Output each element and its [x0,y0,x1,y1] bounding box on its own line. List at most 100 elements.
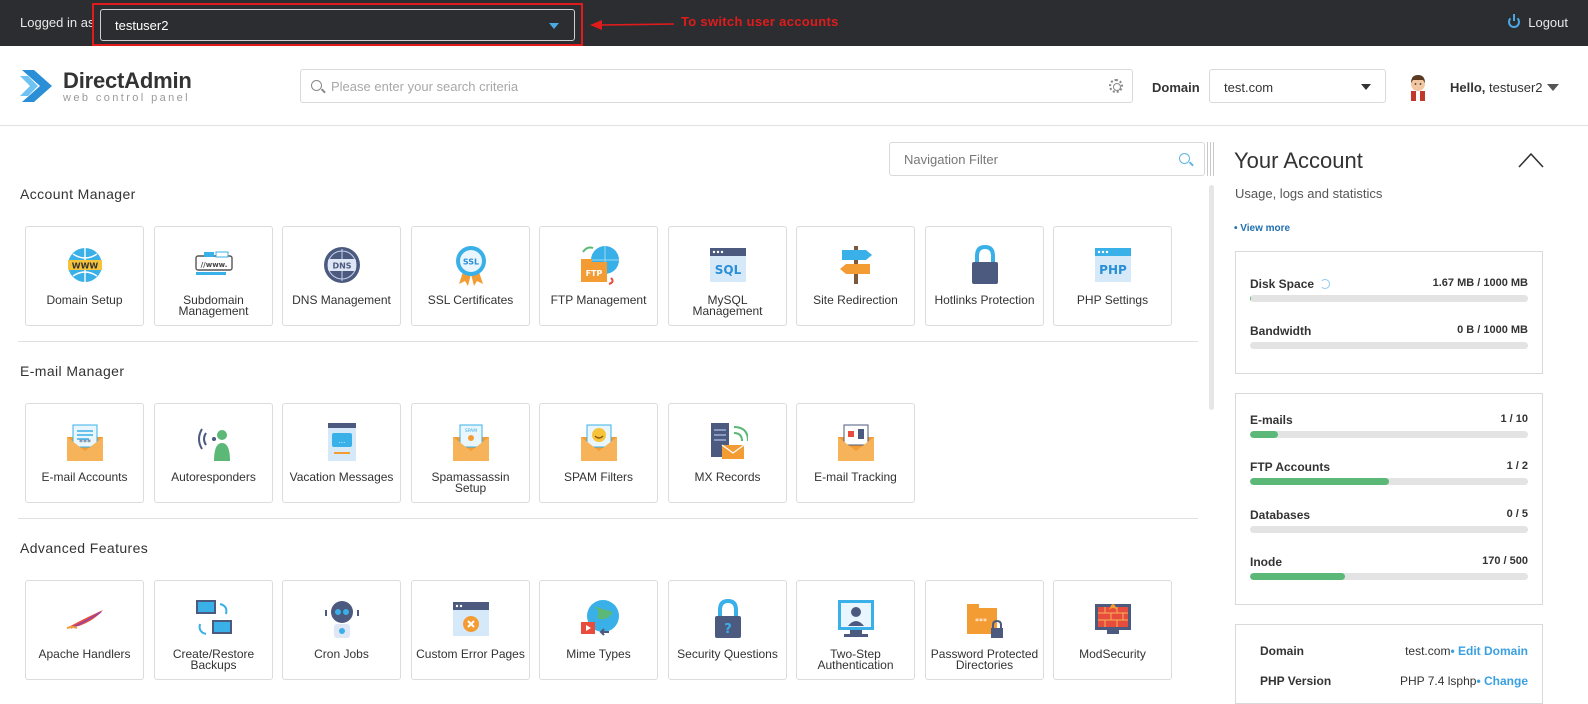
tile-mx-records[interactable]: MX Records [668,403,787,503]
tile-spamassassin-setup[interactable]: SPAM Spamassassin Setup [411,403,530,503]
tile-e-mail-accounts[interactable]: ***E-mail Accounts [25,403,144,503]
tile-label: ModSecurity [1058,649,1167,660]
domain-select[interactable]: test.com [1209,69,1386,103]
tile-ssl-certificates[interactable]: SSLSSL Certificates [411,226,530,326]
tile-label: MX Records [673,472,782,483]
tile-label: Cron Jobs [287,649,396,660]
tile-label: FTP Management [544,295,653,306]
info-key: PHP Version [1260,674,1331,688]
progress-bar [1250,295,1528,302]
info-value: test.com• Edit Domain [1405,644,1528,658]
tile-label: Password Protected Directories [930,649,1039,671]
scrollbar[interactable] [1209,185,1214,410]
tile-label: Domain Setup [30,295,139,306]
tile-security-questions[interactable]: ? Security Questions [668,580,787,680]
progress-bar [1250,431,1528,438]
navigation-filter-input[interactable] [904,143,1174,175]
tile-mime-types[interactable]: Mime Types [539,580,658,680]
tile-dns-management[interactable]: DNSDNS Management [282,226,401,326]
chevron-up-icon[interactable] [1518,152,1544,168]
usage-card: Disk Space1.67 MB / 1000 MBBandwidth0 B … [1235,251,1543,374]
domain-select-value: test.com [1224,80,1273,95]
tile-label: Site Redirection [801,295,910,306]
tile-autoresponders[interactable]: Autoresponders [154,403,273,503]
section-divider [18,341,1198,342]
svg-text:WWW: WWW [72,262,99,271]
hello-username: testuser2 [1489,80,1542,95]
resize-handle[interactable] [1207,142,1215,176]
info-link[interactable]: • Edit Domain [1450,644,1528,658]
tile-label: SPAM Filters [544,472,653,483]
sql-window-icon: SQL [708,244,748,286]
tile-e-mail-tracking[interactable]: E-mail Tracking [796,403,915,503]
subdomain-icon: //www. [194,244,234,286]
your-account-subtitle: Usage, logs and statistics [1235,186,1382,201]
tile-subdomain-management[interactable]: //www.Subdomain Management [154,226,273,326]
apache-feather-icon [65,598,105,640]
user-greeting[interactable]: Hello, testuser2 [1450,80,1543,95]
annotation-arrow-icon [590,20,674,30]
tile-password-protected-directories[interactable]: *** Password Protected Directories [925,580,1044,680]
svg-text:***: *** [975,617,987,626]
tile-cron-jobs[interactable]: Cron Jobs [282,580,401,680]
chevron-down-icon [549,23,559,29]
directadmin-logo-icon[interactable] [20,66,56,106]
section-title: Account Manager [20,186,136,202]
info-link[interactable]: • Change [1476,674,1528,688]
tile-site-redirection[interactable]: Site Redirection [796,226,915,326]
progress-fill [1250,431,1278,438]
svg-text:...: ... [339,437,346,445]
section-divider [18,518,1198,519]
tile-vacation-messages[interactable]: ...Vacation Messages [282,403,401,503]
chevron-down-icon[interactable] [1547,84,1559,91]
tile-label: E-mail Tracking [801,472,910,483]
logout-button[interactable]: Logout [1508,15,1568,30]
tile-label: Spamassassin Setup [416,472,525,494]
tile-label: SSL Certificates [416,295,525,306]
dns-globe-icon: DNS [322,244,362,286]
user-account-select[interactable]: testuser2 [100,9,575,41]
face-scan-icon [836,598,876,640]
top-bar: Logged in as testuser2 To switch user ac… [0,0,1588,46]
view-more-link[interactable]: • View more [1234,223,1290,234]
gear-icon[interactable] [1109,79,1123,93]
tile-ftp-management[interactable]: FTP FTP Management [539,226,658,326]
tile-two-step-authentication[interactable]: Two-Step Authentication [796,580,915,680]
tile-label: Security Questions [673,649,782,660]
avatar[interactable] [1408,73,1428,101]
header: DirectAdmin web control panel Domain tes… [0,46,1588,126]
stat-name: Inode [1250,555,1282,569]
stat-value: 0 B / 1000 MB [1457,324,1528,336]
svg-text:SQL: SQL [715,263,742,277]
tile-modsecurity[interactable]: ModSecurity [1053,580,1172,680]
progress-fill [1250,478,1389,485]
refresh-icon[interactable] [1320,279,1330,289]
annotation-highlight-box: testuser2 [92,3,583,46]
tile-mysql-management[interactable]: SQLMySQL Management [668,226,787,326]
tile-label: Two-Step Authentication [801,649,910,671]
spam-envelope-icon: SPAM [451,421,491,463]
search-icon [311,80,322,91]
tile-label: Custom Error Pages [416,649,525,660]
tile-create-restore-backups[interactable]: Create/Restore Backups [154,580,273,680]
search-icon [1179,153,1190,164]
your-account-title: Your Account [1234,148,1363,174]
tile-hotlinks-protection[interactable]: Hotlinks Protection [925,226,1044,326]
search-input[interactable] [331,70,1101,102]
tile-spam-filters[interactable]: SPAM Filters [539,403,658,503]
tile-domain-setup[interactable]: WWW Domain Setup [25,226,144,326]
progress-bar [1250,526,1528,533]
tile-php-settings[interactable]: PHPPHP Settings [1053,226,1172,326]
www-globe-icon: WWW [65,244,105,286]
svg-text:SPAM: SPAM [465,428,477,434]
chevron-down-icon [1361,84,1371,90]
tile-custom-error-pages[interactable]: Custom Error Pages [411,580,530,680]
question-lock-icon: ? [708,598,748,640]
annotation-text: To switch user accounts [681,14,839,29]
backup-monitors-icon [194,598,234,640]
tracking-envelope-icon [836,421,876,463]
info-key: Domain [1260,644,1304,658]
tile-apache-handlers[interactable]: Apache Handlers [25,580,144,680]
mime-globe-icon [579,598,619,640]
ftp-folder-icon: FTP [579,244,619,286]
